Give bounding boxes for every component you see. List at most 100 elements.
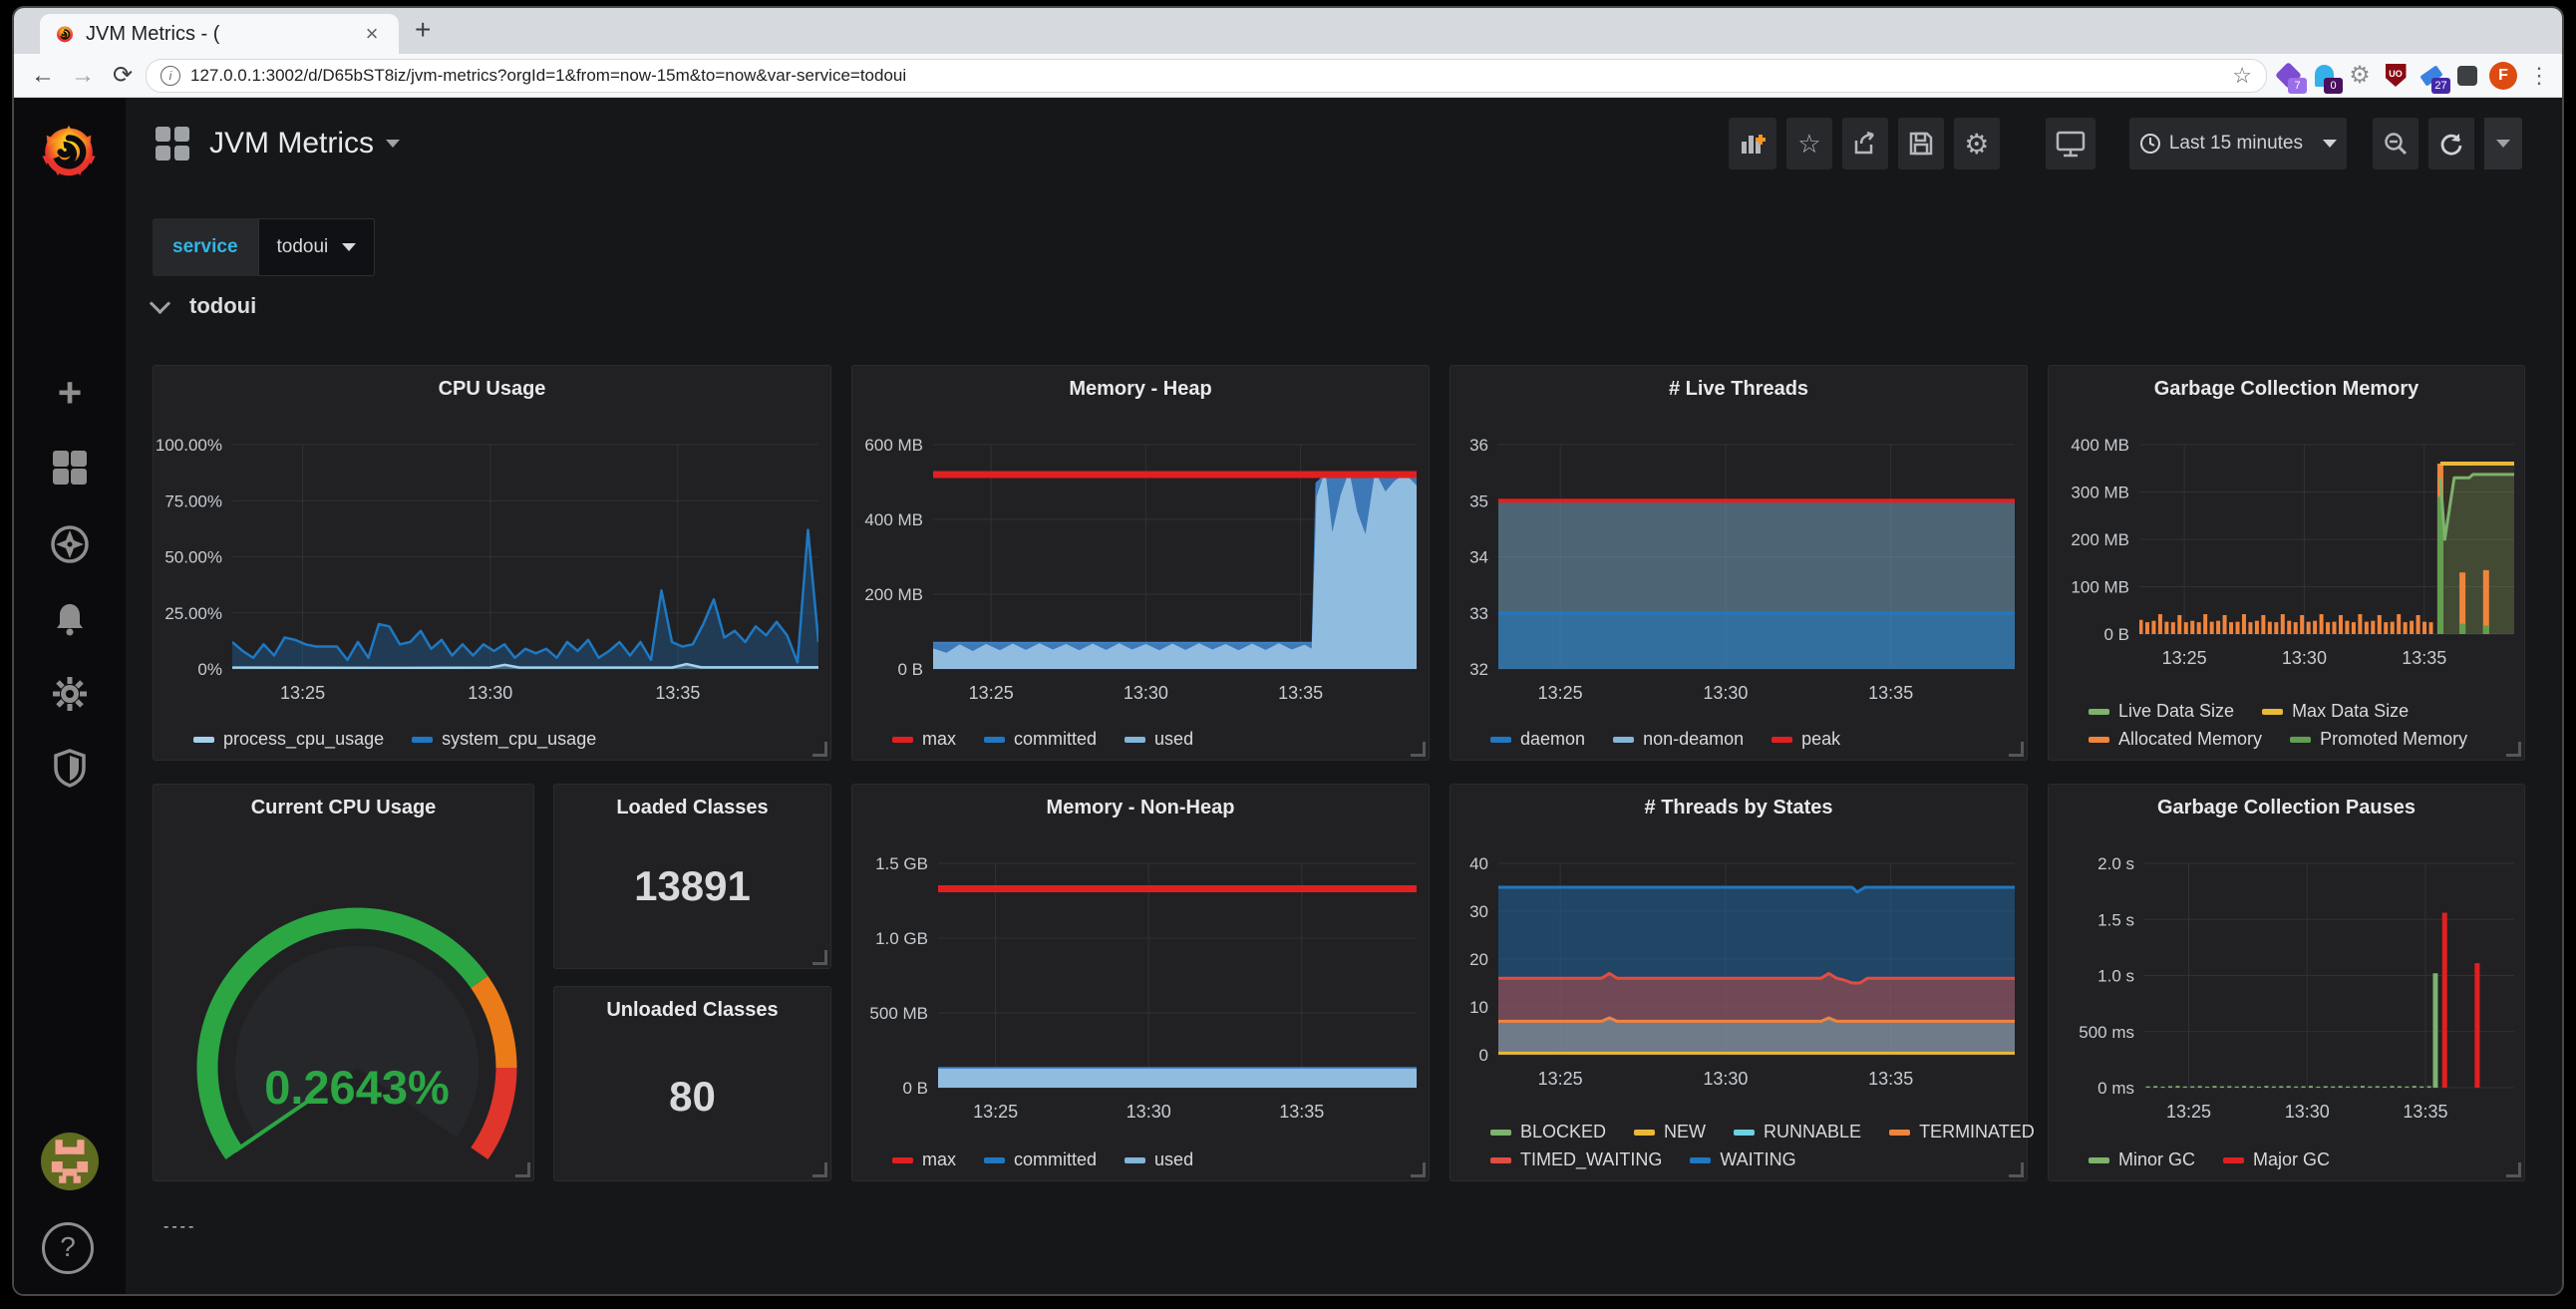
forward-icon[interactable]: → xyxy=(66,62,100,90)
legend-item[interactable]: peak xyxy=(1771,729,1840,750)
legend-label[interactable]: process_cpu_usage xyxy=(223,729,384,750)
legend-item[interactable]: Live Data Size xyxy=(2089,701,2234,722)
legend-item[interactable]: BLOCKED xyxy=(1490,1122,1606,1143)
extension-ghost-icon[interactable]: 0 xyxy=(2309,61,2339,91)
legend-label[interactable]: Allocated Memory xyxy=(2118,729,2262,750)
gc-pauses-chart[interactable]: 0 ms500 ms1.0 s1.5 s2.0 s13:2513:3013:35 xyxy=(2049,785,2524,1180)
live-threads-chart[interactable]: 323334353613:2513:3013:35 xyxy=(1450,366,2027,760)
dashboards-icon[interactable] xyxy=(14,449,126,491)
admin-shield-icon[interactable] xyxy=(14,748,126,793)
row-collapse-chevron-icon[interactable] xyxy=(150,292,170,313)
panel-title[interactable]: Current CPU Usage xyxy=(154,797,533,819)
reload-icon[interactable]: ⟳ xyxy=(106,61,140,90)
legend-label[interactable]: NEW xyxy=(1664,1122,1706,1143)
title-caret-icon[interactable] xyxy=(386,140,400,148)
legend-item[interactable]: Minor GC xyxy=(2089,1149,2195,1170)
extension-ublock-icon[interactable]: UO xyxy=(2381,61,2411,91)
refresh-button[interactable] xyxy=(2428,118,2474,169)
legend-item[interactable]: TERMINATED xyxy=(1889,1122,2035,1143)
legend-label[interactable]: BLOCKED xyxy=(1520,1122,1606,1143)
legend-label[interactable]: TERMINATED xyxy=(1919,1122,2035,1143)
panel-title[interactable]: # Live Threads xyxy=(1450,378,2027,401)
legend-item[interactable]: max xyxy=(892,1149,956,1170)
legend-item[interactable]: WAITING xyxy=(1690,1149,1795,1170)
panel-title[interactable]: Memory - Heap xyxy=(852,378,1429,401)
configuration-gear-icon[interactable] xyxy=(14,674,126,719)
legend-label[interactable]: non-deamon xyxy=(1643,729,1744,750)
url-text[interactable]: 127.0.0.1:3002/d/D65bST8iz/jvm-metrics?o… xyxy=(190,66,2222,86)
row-title[interactable]: todoui xyxy=(189,293,256,319)
legend-item[interactable]: system_cpu_usage xyxy=(412,729,596,750)
panel-resize-handle[interactable] xyxy=(812,1162,827,1177)
share-dashboard-button[interactable] xyxy=(1842,118,1888,169)
legend-label[interactable]: Live Data Size xyxy=(2118,701,2234,722)
panel-title[interactable]: # Threads by States xyxy=(1450,797,2027,819)
legend-label[interactable]: RUNNABLE xyxy=(1764,1122,1861,1143)
panel-resize-handle[interactable] xyxy=(515,1162,530,1177)
legend-label[interactable]: Minor GC xyxy=(2118,1149,2195,1170)
browser-menu-icon[interactable]: ⋮ xyxy=(2528,63,2550,89)
panel-title[interactable]: Unloaded Classes xyxy=(554,999,830,1022)
panel-title[interactable]: CPU Usage xyxy=(154,378,830,401)
legend-item[interactable]: Max Data Size xyxy=(2262,701,2409,722)
legend-item[interactable]: Major GC xyxy=(2223,1149,2330,1170)
help-icon[interactable]: ? xyxy=(42,1222,94,1274)
browser-profile-avatar[interactable]: F xyxy=(2488,61,2518,91)
panel-resize-handle[interactable] xyxy=(2506,1162,2521,1177)
legend-label[interactable]: committed xyxy=(1014,729,1097,750)
panel-title[interactable]: Memory - Non-Heap xyxy=(852,797,1429,819)
legend-item[interactable]: non-deamon xyxy=(1613,729,1744,750)
legend-item[interactable]: committed xyxy=(984,1149,1097,1170)
site-info-icon[interactable]: i xyxy=(161,66,180,86)
legend-label[interactable]: used xyxy=(1154,1149,1193,1170)
dashboard-settings-button[interactable]: ⚙ xyxy=(1954,118,2000,169)
legend-label[interactable]: max xyxy=(922,729,956,750)
memory-heap-chart[interactable]: 0 B200 MB400 MB600 MB13:2513:3013:35 xyxy=(852,366,1429,760)
user-avatar[interactable] xyxy=(14,1133,126,1195)
legend-label[interactable]: TIMED_WAITING xyxy=(1520,1149,1662,1170)
panel-resize-handle[interactable] xyxy=(2009,742,2024,757)
legend-item[interactable]: used xyxy=(1125,729,1193,750)
new-tab-button[interactable]: + xyxy=(415,14,431,46)
legend-label[interactable]: used xyxy=(1154,729,1193,750)
time-range-picker[interactable]: Last 15 minutes xyxy=(2129,118,2347,169)
zoom-out-button[interactable] xyxy=(2373,118,2418,169)
legend-item[interactable]: daemon xyxy=(1490,729,1585,750)
panel-title[interactable]: Garbage Collection Memory xyxy=(2049,378,2524,401)
back-icon[interactable]: ← xyxy=(26,62,60,90)
alerting-bell-icon[interactable] xyxy=(14,600,126,643)
cycle-view-tv-button[interactable] xyxy=(2046,118,2095,169)
legend-label[interactable]: committed xyxy=(1014,1149,1097,1170)
dashboard-grid-icon[interactable] xyxy=(156,127,189,161)
legend-item[interactable]: Promoted Memory xyxy=(2290,729,2467,750)
dashboard-title[interactable]: JVM Metrics xyxy=(209,127,374,161)
tab-close-icon[interactable]: × xyxy=(359,21,385,47)
url-bar[interactable]: i 127.0.0.1:3002/d/D65bST8iz/jvm-metrics… xyxy=(146,59,2267,93)
panel-resize-handle[interactable] xyxy=(812,950,827,965)
legend-item[interactable]: process_cpu_usage xyxy=(193,729,384,750)
bookmark-star-icon[interactable]: ☆ xyxy=(2232,63,2252,89)
add-panel-button[interactable] xyxy=(1729,118,1776,169)
legend-label[interactable]: daemon xyxy=(1520,729,1585,750)
extension-gear-icon[interactable]: ⚙ xyxy=(2345,61,2375,91)
save-dashboard-button[interactable] xyxy=(1898,118,1944,169)
panel-resize-handle[interactable] xyxy=(1411,1162,1426,1177)
legend-label[interactable]: Major GC xyxy=(2253,1149,2330,1170)
legend-item[interactable]: max xyxy=(892,729,956,750)
legend-label[interactable]: max xyxy=(922,1149,956,1170)
row-header[interactable]: todoui xyxy=(153,293,256,319)
legend-item[interactable]: Allocated Memory xyxy=(2089,729,2262,750)
legend-label[interactable]: WAITING xyxy=(1720,1149,1795,1170)
panel-resize-handle[interactable] xyxy=(812,742,827,757)
extension-diamond-icon[interactable]: 7 xyxy=(2273,61,2303,91)
panel-title[interactable]: Garbage Collection Pauses xyxy=(2049,797,2524,819)
variable-value-dropdown[interactable]: todoui xyxy=(258,218,376,276)
explore-compass-icon[interactable] xyxy=(14,524,126,569)
legend-label[interactable]: system_cpu_usage xyxy=(442,729,596,750)
grafana-logo[interactable] xyxy=(34,116,104,185)
legend-item[interactable]: used xyxy=(1125,1149,1193,1170)
panel-resize-handle[interactable] xyxy=(1411,742,1426,757)
legend-item[interactable]: NEW xyxy=(1634,1122,1706,1143)
legend-item[interactable]: committed xyxy=(984,729,1097,750)
cpu-usage-chart[interactable]: 0%25.00%50.00%75.00%100.00%13:2513:3013:… xyxy=(154,366,830,760)
